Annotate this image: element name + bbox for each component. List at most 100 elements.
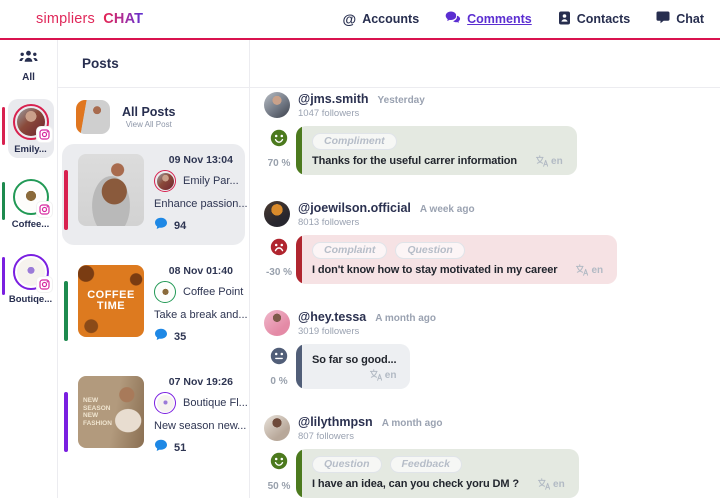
comment-language: en <box>551 155 563 167</box>
comment-followers: 3019 followers <box>298 326 360 337</box>
comment-time: A month ago <box>375 313 436 324</box>
comment-language: en <box>384 369 397 381</box>
comment-tag: Question <box>395 242 465 259</box>
account-accent-bar <box>1 107 5 145</box>
avatar <box>12 254 52 292</box>
nav-comments[interactable]: Comments <box>445 11 532 28</box>
post-date: 09 Nov 13:04 <box>168 154 233 166</box>
comment-username[interactable]: @lilythmpsn <box>298 415 373 429</box>
post-account-avatar <box>156 283 174 301</box>
post-account-avatar <box>156 394 174 412</box>
sentiment-percent: -30 % <box>265 267 293 278</box>
comments-header-strip <box>250 40 720 88</box>
nav-contacts-label: Contacts <box>576 12 631 26</box>
all-posts-item[interactable]: All Posts View All Post <box>58 88 249 144</box>
app-body: All Emily... Coffee... Boutiqe... Posts … <box>0 40 720 498</box>
post-caption: Take a break and... <box>154 309 248 321</box>
comment-time: Yesterday <box>377 95 425 106</box>
comment-tag: Question <box>312 456 382 473</box>
avatar[interactable] <box>264 201 290 227</box>
comment-bubble: Complaint Question I don't know how to s… <box>296 235 618 284</box>
post-card-coffee[interactable]: COFFEE TIME 08 Nov 01:40 Coffee Point Ta… <box>62 255 248 356</box>
post-thumbnail: NEW SEASON NEW FASHION <box>78 376 144 448</box>
translate-icon <box>369 369 382 381</box>
post-account-avatar <box>156 172 174 190</box>
chat-bubble-icon <box>656 11 670 27</box>
post-card-emily[interactable]: 09 Nov 13:04 Emily Par... Enhance passio… <box>62 144 248 245</box>
post-comment-count: 94 <box>174 220 187 232</box>
comment-bubble: So far so good... en <box>296 344 411 389</box>
avatar <box>12 179 52 217</box>
comment-followers: 8013 followers <box>298 217 360 228</box>
comment-tag: Complaint <box>312 242 388 259</box>
comments-bubbles-icon <box>445 11 462 28</box>
comment-count-icon <box>154 439 168 457</box>
comment-username[interactable]: @hey.tessa <box>298 310 366 324</box>
sidebar-item-account-boutique[interactable]: Boutiqe... <box>1 249 54 308</box>
nav-accounts-label: Accounts <box>362 12 420 26</box>
contact-card-icon <box>558 11 571 28</box>
post-caption: New season new... <box>154 420 247 432</box>
sentiment-neutral-icon <box>270 347 288 370</box>
comments-list: @jms.smith Yesterday 1047 followers 70 % <box>250 88 720 500</box>
nav-contacts[interactable]: Contacts <box>558 11 630 28</box>
account-accent-bar <box>1 257 5 295</box>
post-comment-count: 51 <box>174 442 187 454</box>
app-logo: simpliers CHAT <box>36 11 143 27</box>
comment-bubble: Compliment Thanks for the useful carrer … <box>296 126 577 175</box>
translate-control[interactable]: en <box>535 155 563 167</box>
avatar[interactable] <box>264 310 290 336</box>
comment-username[interactable]: @joewilson.official <box>298 201 411 215</box>
comment-item: @lilythmpsn A month ago 807 followers 50… <box>264 415 720 498</box>
post-account-name: Boutique Fl... <box>183 397 248 409</box>
people-group-icon <box>19 50 38 62</box>
account-label: Coffee... <box>11 219 50 230</box>
sidebar-item-account-coffee[interactable]: Coffee... <box>1 174 54 233</box>
sentiment-positive-icon <box>270 452 288 475</box>
avatar[interactable] <box>264 92 290 118</box>
post-accent-bar <box>64 392 68 452</box>
translate-control[interactable]: en <box>369 369 397 381</box>
main-nav: @ Accounts Comments Contacts Chat <box>343 11 704 28</box>
avatar <box>12 104 52 142</box>
comment-count-icon <box>154 217 168 235</box>
translate-icon <box>576 264 589 276</box>
post-account-name: Emily Par... <box>183 175 239 187</box>
top-bar: simpliers CHAT @ Accounts Comments Conta… <box>0 0 720 40</box>
comment-message: I don't know how to stay motivated in my… <box>312 264 558 276</box>
comment-message: I have an idea, can you check yoru DM ? <box>312 478 520 490</box>
sentiment-percent: 50 % <box>267 481 291 492</box>
at-icon: @ <box>342 11 357 27</box>
sidebar-item-account-emily[interactable]: Emily... <box>1 99 54 158</box>
nav-comments-label: Comments <box>467 12 532 26</box>
nav-accounts[interactable]: @ Accounts <box>343 11 420 27</box>
translate-control[interactable]: en <box>575 264 603 276</box>
translate-control[interactable]: en <box>537 478 565 490</box>
comment-username[interactable]: @jms.smith <box>298 92 369 106</box>
post-thumbnail <box>78 154 144 226</box>
post-date: 08 Nov 01:40 <box>168 265 233 277</box>
account-accent-bar <box>1 182 5 220</box>
nav-chat[interactable]: Chat <box>656 11 704 27</box>
post-accent-bar <box>64 281 68 341</box>
comment-tag: Compliment <box>312 133 397 150</box>
all-posts-subtitle: View All Post <box>125 120 172 129</box>
post-thumbnail-text: NEW SEASON NEW FASHION <box>83 397 112 427</box>
avatar <box>154 281 176 303</box>
comments-panel: @jms.smith Yesterday 1047 followers 70 % <box>250 40 720 498</box>
post-accent-bar <box>64 170 68 230</box>
post-card-boutique[interactable]: NEW SEASON NEW FASHION 07 Nov 19:26 Bout… <box>62 366 248 467</box>
avatar <box>154 170 176 192</box>
comment-followers: 1047 followers <box>298 108 360 119</box>
instagram-icon <box>36 202 52 217</box>
comment-time: A week ago <box>419 204 475 215</box>
sidebar-item-all[interactable]: All <box>19 50 38 83</box>
translate-icon <box>535 155 549 167</box>
all-posts-title: All Posts <box>122 105 176 119</box>
instagram-icon <box>36 127 52 142</box>
nav-chat-label: Chat <box>676 12 704 26</box>
post-thumbnail-text: COFFEE TIME <box>87 289 135 312</box>
avatar[interactable] <box>264 415 290 441</box>
avatar <box>154 392 176 414</box>
post-comment-count: 35 <box>174 331 187 343</box>
